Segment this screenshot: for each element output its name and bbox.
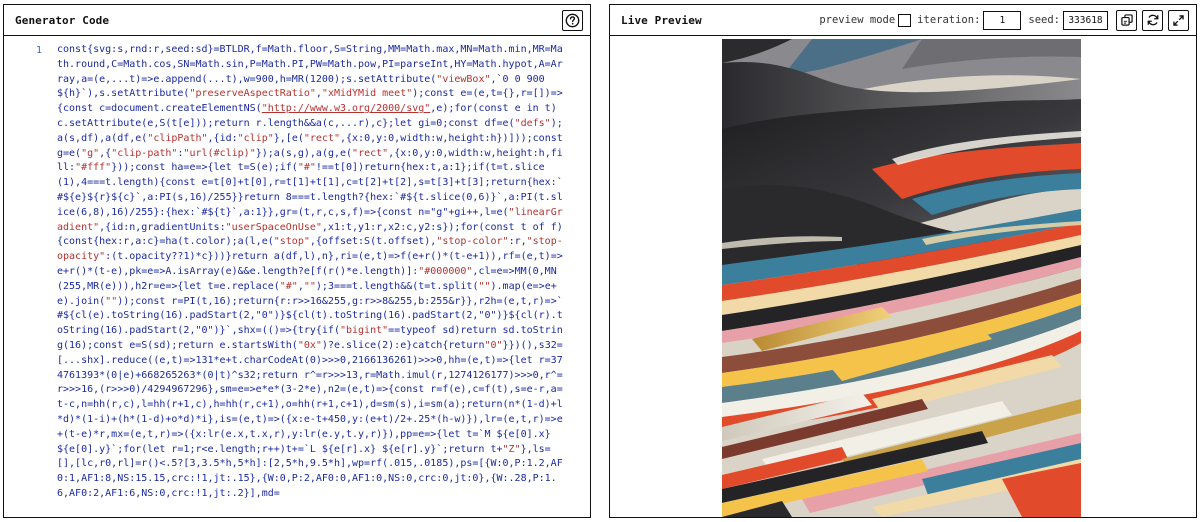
code-token: "" (105, 295, 118, 307)
code-token: },[e( (273, 132, 304, 144)
preview-mode-checkbox[interactable] (898, 13, 912, 27)
code-token: "clip-path" (111, 147, 178, 159)
preview-panel-header: Live Preview preview mode iteration: 1 s… (610, 5, 1196, 36)
code-text[interactable]: const{svg:s,rnd:r,seed:sd}=BTLDR,f=Math.… (57, 43, 567, 502)
code-token: });a(s,g),a(g,e( (255, 147, 353, 159)
code-token: ,{offset:S(t.offset), (309, 236, 437, 248)
code-token: "url(#clip)" (183, 147, 256, 159)
generated-artwork-canvas (722, 39, 1081, 517)
code-token: "rect" (352, 147, 389, 159)
copy-settings-icon (1120, 14, 1133, 26)
code-token: "" (303, 280, 316, 292)
code-token: "bigint" (339, 325, 389, 337)
code-token: "preserveAspectRatio" (189, 88, 316, 100)
code-token: ,{id:n,gradientUnits: (99, 221, 226, 233)
live-preview-panel: Live Preview preview mode iteration: 1 s… (609, 4, 1197, 518)
fullscreen-button[interactable] (1168, 9, 1189, 31)
code-token: "#" (279, 280, 298, 292)
code-token: "userSpaceOnUse" (225, 221, 322, 233)
code-editor[interactable]: 1 const{svg:s,rnd:r,seed:sd}=BTLDR,f=Mat… (4, 37, 590, 517)
code-token: "rect" (303, 132, 340, 144)
code-token: "defs" (514, 117, 551, 129)
code-token: "viewBox" (436, 73, 491, 85)
iteration-input[interactable]: 1 (983, 10, 1022, 30)
code-token: "stop" (273, 236, 310, 248)
refresh-icon (1147, 14, 1158, 26)
seed-label: seed: (1028, 14, 1060, 26)
code-token: "Z" (502, 443, 521, 455)
generated-artwork (722, 39, 1081, 517)
code-token: "clipPath" (147, 132, 208, 144)
preview-mode-label: preview mode (819, 14, 896, 26)
generator-code-panel: Generator Code 1 const{svg:s,rnd:r,seed:… (3, 4, 591, 518)
code-token: ,{ (99, 147, 112, 159)
expand-icon (1173, 14, 1184, 26)
code-token: );3===t.length&&(t=t.split( (315, 280, 479, 292)
code-token: :r, (508, 236, 527, 248)
code-token: "" (478, 280, 491, 292)
code-token: "stop-color" (436, 236, 509, 248)
question-circle-icon (565, 13, 580, 27)
line-number: 1 (35, 45, 42, 56)
code-token: )?e.slice(2):e}catch{return (321, 339, 485, 351)
code-token: }));const ha=e=>{let t=S(e);if( (111, 162, 298, 174)
code-panel-header: Generator Code (4, 5, 590, 36)
code-token: ,{id: (207, 132, 238, 144)
code-panel-title: Generator Code (15, 13, 110, 27)
code-token: }})(),s32=[...shx].reduce((e,t)=>131*e+t… (57, 339, 563, 455)
code-token: "clip" (237, 132, 274, 144)
code-token: "#" (297, 162, 316, 174)
preview-panel-title: Live Preview (621, 13, 702, 27)
code-token: "#fff" (75, 162, 112, 174)
code-token: "0x" (297, 339, 322, 351)
code-token: "http://www.w3.org/2000/svg" (261, 103, 431, 115)
line-numbers: 1 (4, 45, 50, 56)
copy-settings-button[interactable] (1116, 9, 1137, 31)
seed-input[interactable]: 333618 (1063, 10, 1108, 30)
code-token: "xMidYMid meet" (321, 88, 413, 100)
code-token: "#000000" (418, 265, 473, 277)
refresh-button[interactable] (1142, 9, 1163, 31)
code-token: "0" (484, 339, 503, 351)
iteration-label: iteration: (917, 14, 981, 26)
help-button[interactable] (562, 9, 583, 31)
code-token: "g" (81, 147, 100, 159)
